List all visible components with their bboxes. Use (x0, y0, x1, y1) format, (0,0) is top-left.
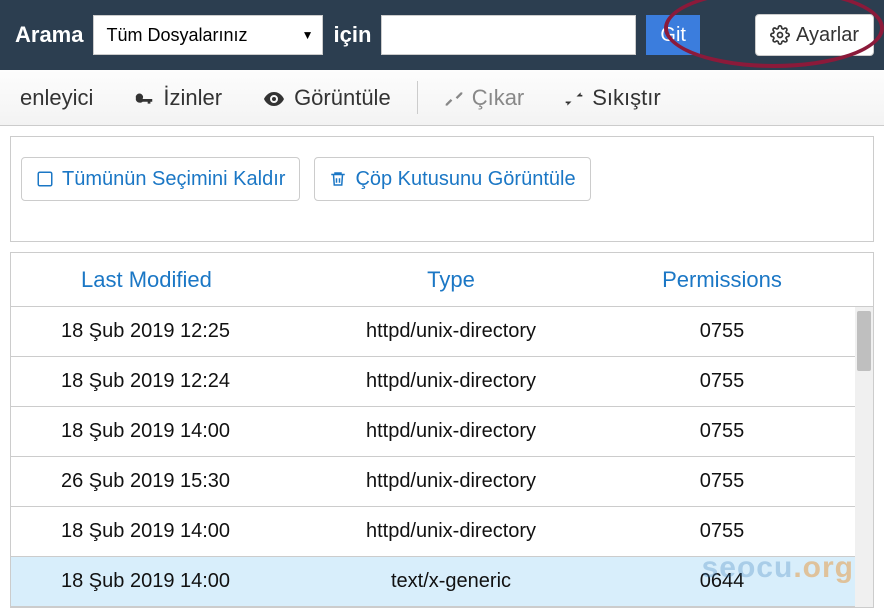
extract-label: Çıkar (472, 85, 525, 111)
deselect-label: Tümünün Seçimini Kaldır (62, 168, 285, 191)
header-modified[interactable]: Last Modified (11, 267, 301, 293)
trash-label: Çöp Kutusunu Görüntüle (355, 168, 575, 191)
table-row[interactable]: 26 Şub 2019 15:30httpd/unix-directory075… (11, 457, 873, 507)
file-scope-select[interactable]: Tüm Dosyalarınız (93, 15, 323, 55)
permissions-label: İzinler (163, 85, 222, 111)
scrollbar-thumb[interactable] (857, 311, 871, 371)
cell-modified: 18 Şub 2019 12:25 (11, 320, 301, 343)
file-select-wrap: Tüm Dosyalarınız ▼ (93, 15, 323, 55)
cell-modified: 18 Şub 2019 14:00 (11, 570, 301, 593)
toolbar-extract[interactable]: Çıkar (424, 70, 545, 125)
compress-icon (564, 85, 584, 111)
header-permissions[interactable]: Permissions (601, 267, 873, 293)
expand-icon (444, 85, 464, 111)
toolbar-separator (417, 81, 418, 114)
cell-type: httpd/unix-directory (301, 470, 601, 493)
cell-permissions: 0755 (601, 520, 873, 543)
settings-button[interactable]: Ayarlar (755, 14, 874, 56)
cell-modified: 26 Şub 2019 15:30 (11, 470, 301, 493)
key-icon (133, 85, 155, 111)
toolbar-compress[interactable]: Sıkıştır (544, 70, 680, 125)
table-row[interactable]: 18 Şub 2019 12:25httpd/unix-directory075… (11, 307, 873, 357)
scrollbar[interactable] (855, 307, 873, 607)
search-input[interactable] (381, 15, 636, 55)
search-label: Arama (15, 22, 83, 48)
action-bar: Tümünün Seçimini Kaldır Çöp Kutusunu Gör… (10, 136, 874, 242)
table-row[interactable]: 18 Şub 2019 14:00text/x-generic0644 (11, 557, 873, 607)
cell-permissions: 0644 (601, 570, 873, 593)
table-header: Last Modified Type Permissions (11, 253, 873, 307)
actionbar-wrap: Tümünün Seçimini Kaldır Çöp Kutusunu Gör… (0, 126, 884, 252)
toolbar-editor[interactable]: enleyici (0, 70, 113, 125)
cell-type: text/x-generic (301, 570, 601, 593)
table-row[interactable]: 18 Şub 2019 14:00httpd/unix-directory075… (11, 507, 873, 557)
toolbar-permissions[interactable]: İzinler (113, 70, 242, 125)
header-type[interactable]: Type (301, 267, 601, 293)
gear-icon (770, 24, 790, 47)
deselect-all-button[interactable]: Tümünün Seçimini Kaldır (21, 157, 300, 201)
trash-icon (329, 168, 347, 191)
checkbox-icon (36, 168, 54, 191)
eye-icon (262, 84, 286, 110)
cell-permissions: 0755 (601, 420, 873, 443)
table-row[interactable]: 18 Şub 2019 14:00httpd/unix-directory075… (11, 407, 873, 457)
top-search-bar: Arama Tüm Dosyalarınız ▼ için Git Ayarla… (0, 0, 884, 70)
table-row[interactable]: 18 Şub 2019 12:24httpd/unix-directory075… (11, 357, 873, 407)
cell-type: httpd/unix-directory (301, 370, 601, 393)
view-trash-button[interactable]: Çöp Kutusunu Görüntüle (314, 157, 590, 201)
view-label: Görüntüle (294, 85, 391, 111)
cell-modified: 18 Şub 2019 14:00 (11, 420, 301, 443)
cell-permissions: 0755 (601, 320, 873, 343)
for-label: için (333, 22, 371, 48)
cell-modified: 18 Şub 2019 14:00 (11, 520, 301, 543)
cell-type: httpd/unix-directory (301, 520, 601, 543)
search-go-button[interactable]: Git (646, 15, 700, 55)
cell-type: httpd/unix-directory (301, 420, 601, 443)
editor-label: enleyici (20, 85, 93, 111)
compress-label: Sıkıştır (592, 85, 660, 111)
settings-label: Ayarlar (796, 24, 859, 47)
table-body: 18 Şub 2019 12:25httpd/unix-directory075… (11, 307, 873, 607)
cell-permissions: 0755 (601, 470, 873, 493)
cell-modified: 18 Şub 2019 12:24 (11, 370, 301, 393)
cell-permissions: 0755 (601, 370, 873, 393)
cell-type: httpd/unix-directory (301, 320, 601, 343)
toolbar: enleyici İzinler Görüntüle Çıkar Sıkıştı… (0, 70, 884, 126)
toolbar-view[interactable]: Görüntüle (242, 70, 411, 125)
file-table: Last Modified Type Permissions 18 Şub 20… (10, 252, 874, 608)
